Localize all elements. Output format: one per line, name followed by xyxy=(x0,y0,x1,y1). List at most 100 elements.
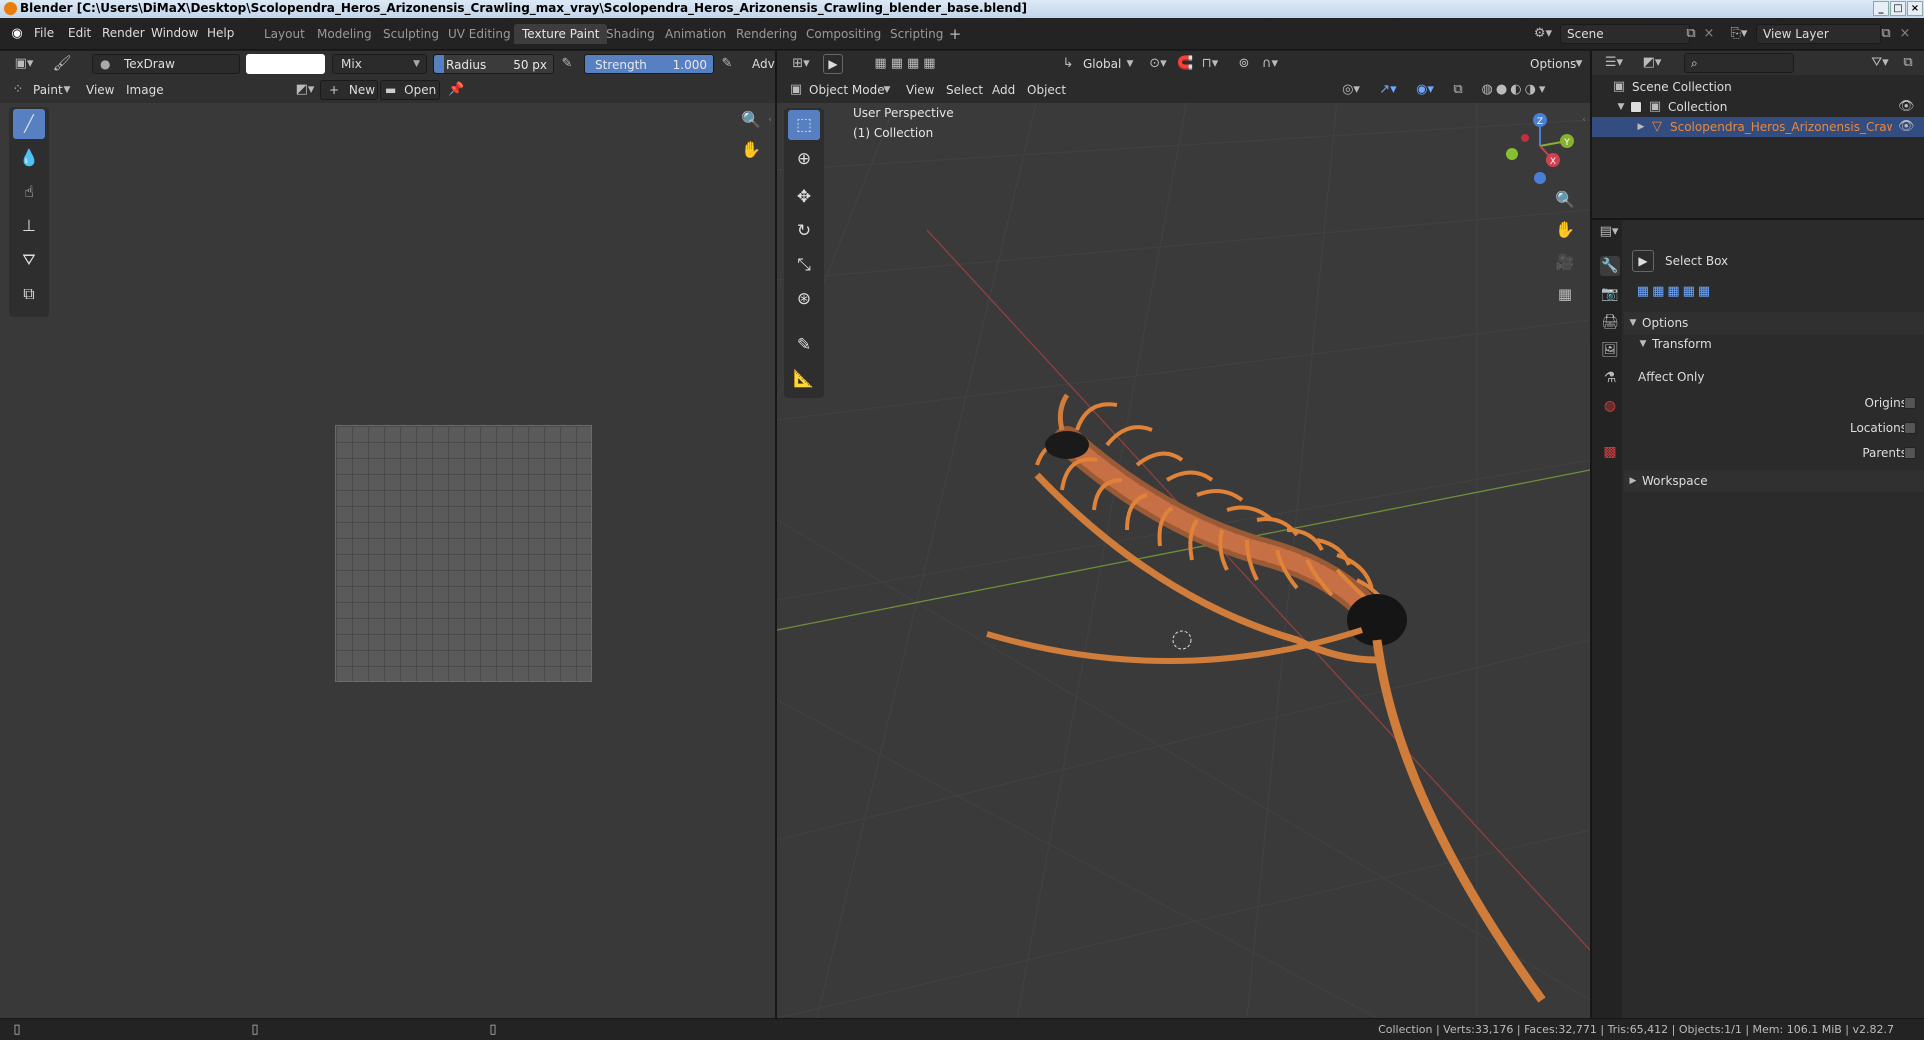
close-button[interactable]: × xyxy=(1907,1,1923,16)
output-tab-icon[interactable]: 🖨 xyxy=(1600,312,1620,332)
orientation-select[interactable]: Global xyxy=(1083,57,1121,71)
shading-modes-icon[interactable]: ◍●◐◑▾ xyxy=(1470,82,1560,98)
workspace-panel-header[interactable]: ▶ Workspace xyxy=(1624,470,1924,492)
pressure-strength-icon[interactable]: ✎ xyxy=(719,56,735,72)
tab-animation[interactable]: Animation xyxy=(657,24,734,44)
clone-tool-icon[interactable]: ⊥ xyxy=(13,211,45,241)
brush-selector[interactable]: ● TexDraw xyxy=(92,54,240,74)
menu-window[interactable]: Window xyxy=(151,26,198,40)
visibility-icon[interactable]: ◎▾ xyxy=(1337,82,1365,98)
mode-select[interactable]: Object Mode xyxy=(809,83,885,97)
fill-tool-icon[interactable]: ⛛ xyxy=(13,245,45,275)
view-layer-icon[interactable]: ⎘▾ xyxy=(1726,26,1752,42)
draw-tool-icon[interactable]: ╱ xyxy=(13,109,45,139)
view-layer-field[interactable]: View Layer xyxy=(1756,24,1881,44)
pin-icon[interactable]: 📌 xyxy=(448,82,464,98)
measure-tool-icon[interactable]: 📐 xyxy=(788,364,820,394)
move-tool-icon[interactable]: ✥ xyxy=(788,182,820,212)
transform-tool-icon[interactable]: ⊛ xyxy=(788,284,820,314)
filter-icon[interactable]: ⛛▾ xyxy=(1866,55,1894,71)
tab-shading[interactable]: Shading xyxy=(598,24,663,44)
expand-arrow-icon[interactable]: ▼ xyxy=(1616,99,1626,115)
snap-target-icon[interactable]: ⊓▾ xyxy=(1197,56,1223,72)
scene-tab-icon[interactable]: ⚗ xyxy=(1600,368,1620,388)
annotate-tool-icon[interactable]: ✎ xyxy=(788,330,820,360)
snap-icon[interactable]: 🧲 xyxy=(1177,56,1193,72)
collection-checkbox[interactable] xyxy=(1630,101,1642,113)
open-image-button[interactable]: ▬ Open xyxy=(380,80,440,100)
editor-type-icon[interactable]: ▣▾ xyxy=(10,56,38,72)
new-image-button[interactable]: + New xyxy=(320,80,378,100)
select-box-tool-icon[interactable]: ⬚ xyxy=(788,110,820,140)
selection-modes-icon[interactable]: ▦▦▦▦▦ xyxy=(1630,284,1720,300)
delete-scene-icon[interactable]: × xyxy=(1702,26,1716,42)
outliner-search-input[interactable]: ⌕ xyxy=(1684,53,1794,73)
smear-tool-icon[interactable]: ☝ xyxy=(13,177,45,207)
gizmo-icon[interactable]: ↗▾ xyxy=(1374,82,1402,98)
radius-slider[interactable]: Radius 50 px xyxy=(433,54,554,74)
expand-arrow-icon[interactable]: ▶ xyxy=(1636,119,1646,135)
options-panel-header[interactable]: ▼ Options xyxy=(1624,312,1924,334)
tab-scripting[interactable]: Scripting xyxy=(882,24,951,44)
menu-image[interactable]: Image xyxy=(126,83,164,97)
menu-add[interactable]: Add xyxy=(992,83,1015,97)
pivot-point-icon[interactable]: ⊙▾ xyxy=(1145,56,1171,72)
tab-modeling[interactable]: Modeling xyxy=(309,24,380,44)
delete-view-layer-icon[interactable]: × xyxy=(1898,26,1912,42)
scale-tool-icon[interactable]: ⤡ xyxy=(788,250,820,280)
eye-icon[interactable]: 👁 xyxy=(1898,119,1915,135)
world-tab-icon[interactable]: ◍ xyxy=(1600,396,1620,416)
blend-mode-select[interactable]: Mix ▼ xyxy=(332,54,427,74)
camera-view-icon[interactable]: 🎥 xyxy=(1554,254,1576,270)
falloff-icon[interactable]: ∩▾ xyxy=(1257,56,1283,72)
navigation-gizmo[interactable]: Z Y X xyxy=(1495,108,1585,188)
sidebar-toggle-icon[interactable]: ‹ xyxy=(766,112,774,128)
selection-modes-icon[interactable]: ▦▦▦▦ xyxy=(867,56,947,72)
pan-hand-icon[interactable]: ✋ xyxy=(741,142,761,158)
tab-rendering[interactable]: Rendering xyxy=(728,24,805,44)
outliner-row[interactable]: ▼ ▣ Collection 👁 xyxy=(1592,97,1924,117)
new-view-layer-icon[interactable]: ⧉ xyxy=(1878,26,1894,42)
blender-menu-icon[interactable]: ◉ xyxy=(8,26,26,42)
zoom-icon[interactable]: 🔍 xyxy=(741,112,761,128)
menu-render[interactable]: Render xyxy=(102,26,145,40)
tool-tab-icon[interactable]: 🔧 xyxy=(1600,256,1620,276)
scene-icon[interactable]: ⚙▾ xyxy=(1530,26,1556,42)
pan-hand-icon[interactable]: ✋ xyxy=(1554,222,1576,238)
mask-tool-icon[interactable]: ⧉ xyxy=(13,279,45,309)
color-swatch[interactable] xyxy=(246,54,325,74)
select-tool-icon[interactable]: ▶ xyxy=(823,54,843,74)
tab-compositing[interactable]: Compositing xyxy=(798,24,889,44)
display-mode-icon[interactable]: ◩▾ xyxy=(1638,55,1666,71)
texture-tab-icon[interactable]: ▩ xyxy=(1600,442,1620,462)
outliner-row[interactable]: ▣ Scene Collection xyxy=(1592,77,1924,97)
scene-field[interactable]: Scene xyxy=(1560,24,1690,44)
menu-help[interactable]: Help xyxy=(207,26,234,40)
props-editor-type-icon[interactable]: ▤▾ xyxy=(1596,224,1622,240)
menu-object[interactable]: Object xyxy=(1027,83,1066,97)
zoom-icon[interactable]: 🔍 xyxy=(1554,192,1576,208)
new-scene-icon[interactable]: ⧉ xyxy=(1683,26,1699,42)
outliner-editor-type-icon[interactable]: ☰▾ xyxy=(1600,55,1628,71)
perspective-toggle-icon[interactable]: ▦ xyxy=(1554,286,1576,302)
view-layer-tab-icon[interactable]: 🖼 xyxy=(1600,340,1620,360)
maximize-button[interactable]: □ xyxy=(1890,1,1906,16)
viewport-editor-type-icon[interactable]: ⊞▾ xyxy=(787,56,815,72)
image-canvas[interactable] xyxy=(335,425,592,682)
add-workspace-icon[interactable]: + xyxy=(948,26,962,42)
eye-icon[interactable]: 👁 xyxy=(1898,99,1915,115)
mode-select[interactable]: Paint xyxy=(33,83,63,97)
cursor-tool-icon[interactable]: ⊕ xyxy=(788,144,820,174)
menu-view[interactable]: View xyxy=(86,83,114,97)
render-tab-icon[interactable]: 📷 xyxy=(1600,284,1620,304)
menu-select[interactable]: Select xyxy=(946,83,983,97)
parents-checkbox[interactable] xyxy=(1904,447,1916,459)
locations-checkbox[interactable] xyxy=(1904,422,1916,434)
tab-uv-editing[interactable]: UV Editing xyxy=(440,24,519,44)
strength-slider[interactable]: Strength 1.000 xyxy=(584,54,714,74)
image-browse-icon[interactable]: ◩▾ xyxy=(291,82,319,98)
sidebar-toggle-icon[interactable]: ‹ xyxy=(1580,112,1588,128)
tab-texture-paint[interactable]: Texture Paint xyxy=(514,24,608,44)
menu-view[interactable]: View xyxy=(906,83,934,97)
overlays-icon[interactable]: ◉▾ xyxy=(1411,82,1439,98)
